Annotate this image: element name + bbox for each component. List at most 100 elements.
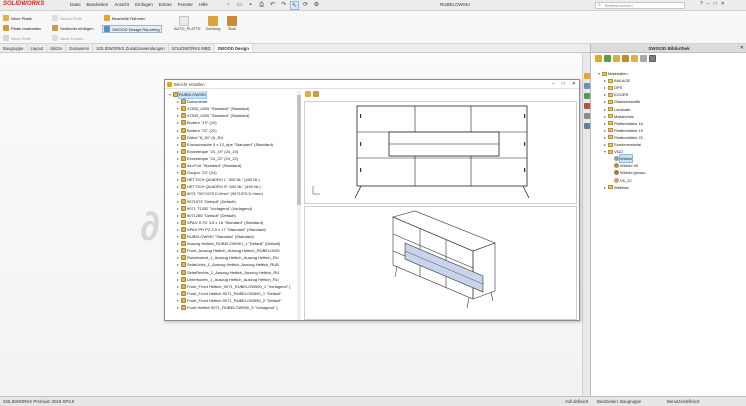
expand-arrow-icon[interactable]: ▸ (176, 205, 180, 212)
expand-arrow-icon[interactable]: ▸ (176, 290, 180, 297)
print-icon[interactable]: ⎙ (257, 1, 266, 10)
tree-item[interactable]: ▸ 47833_4005 "Standard" (Standard) (176, 105, 249, 112)
library-panel-icon[interactable] (631, 55, 638, 62)
expand-arrow-icon[interactable]: ▸ (176, 119, 180, 126)
expand-arrow-icon[interactable]: ▸ (176, 112, 180, 119)
menu-hilfe[interactable]: Hilfe (199, 2, 208, 7)
tree-item[interactable]: ▸ Euroschraube 5 x 12_dpe "Standard" (Sta… (176, 141, 273, 148)
preview-export-icon[interactable] (313, 91, 319, 97)
tree-item[interactable]: ▸ SPAX-S PZ 3.5 x 16 "Standard" (Standard… (176, 219, 263, 226)
menu-bearbeiten[interactable]: Bearbeiten (87, 2, 109, 7)
expand-arrow-icon[interactable]: ▾ (168, 91, 172, 98)
library-folder-item[interactable]: ▸ Plattenstärke 19 (603, 127, 643, 134)
select-icon[interactable]: ↖ (290, 1, 299, 10)
expand-arrow-icon[interactable]: ▸ (176, 247, 180, 254)
library-close-icon[interactable]: ✕ (740, 44, 744, 53)
tree-item[interactable]: ▸ Dübel "8_30" (8_30) (176, 134, 223, 141)
menu-datei[interactable]: Datei (70, 2, 81, 7)
library-folder-item[interactable]: ▸ Glaswerkstoffe (603, 98, 640, 105)
tab-baugruppe[interactable]: Baugruppe (0, 44, 28, 52)
expand-arrow-icon[interactable]: ▸ (603, 134, 607, 141)
expand-arrow-icon[interactable]: ▸ (176, 190, 180, 197)
expand-arrow-icon[interactable]: ▸ (176, 304, 180, 311)
tree-item[interactable]: ▾ RUBELOWSKI (168, 91, 207, 99)
tree-item[interactable]: ▸ Front Hettich 9071_RUBELOW590_3 "Vorlag… (176, 304, 278, 311)
expand-arrow-icon[interactable]: ▸ (176, 134, 180, 141)
library-material-item[interactable]: Wirtold 30 (609, 162, 638, 169)
tree-item[interactable]: ▸ Auszug Hettich_RUBELOWSKI_1 "Default" (… (176, 240, 280, 247)
menu-extras[interactable]: Extras (159, 2, 172, 7)
status-units[interactable]: Benutzerdefiniert (667, 397, 700, 406)
expand-arrow-icon[interactable]: ▸ (176, 169, 180, 176)
tree-item[interactable]: ▸ 9071 "9071575 D.0mm" (9071575 D.0mm) (176, 190, 263, 197)
library-folder-item[interactable]: ▸ Laminate (603, 106, 630, 113)
search-input[interactable]: ⌕ Befehle suchen (595, 2, 685, 9)
expand-arrow-icon[interactable]: ▸ (176, 198, 180, 205)
expand-arrow-icon[interactable]: ▸ (176, 155, 180, 162)
library-folder-item[interactable]: ▸ Plattenstärke 16 (603, 120, 643, 127)
expand-arrow-icon[interactable]: ▸ (176, 269, 180, 276)
minimize-icon[interactable]: – (707, 1, 710, 7)
bearbeite-rahmen-button[interactable]: Bearbeite Rahmen (104, 15, 145, 21)
front-view-preview[interactable] (304, 101, 577, 204)
tree-item[interactable]: ▸ 47833_4005 "Standard" (Standard) (176, 112, 249, 119)
tab-skizze[interactable]: Skizze (47, 44, 67, 52)
isometric-view-preview[interactable] (304, 206, 577, 320)
tree-item[interactable]: ▸ SPAX PH PZ 3.0 x 17 "Standard" (Standar… (176, 226, 266, 233)
tree-item[interactable]: ▸ Front_Front Hettich 9071_RUBELOW590_1 "… (176, 290, 282, 297)
verbinder-einfuegen-button[interactable]: Verbinder einfügen (52, 25, 94, 31)
dialog-maximize-icon[interactable]: □ (562, 80, 565, 89)
tree-item[interactable]: ▸ Bodenr "19" (19) (176, 119, 217, 126)
expand-arrow-icon[interactable]: ▸ (603, 84, 607, 91)
expand-arrow-icon[interactable]: ▸ (176, 98, 180, 105)
library-folder-icon[interactable] (613, 55, 620, 62)
expand-arrow-icon[interactable]: ▸ (603, 106, 607, 113)
dialog-close-icon[interactable]: ✕ (572, 80, 576, 89)
neue-kanten-button[interactable]: Neue Kanten (52, 35, 83, 41)
tree-item[interactable]: ▸ 9071285 "Default" (Default) (176, 212, 236, 219)
expand-arrow-icon[interactable]: ▸ (176, 183, 180, 190)
tree-item[interactable]: ▸ Unterboden_1_Auszug Hettich_Auszug Hett… (176, 276, 279, 283)
tree-item[interactable]: ▸ Bodenr "22" (22) (176, 127, 217, 134)
expand-arrow-icon[interactable]: ▸ (176, 219, 180, 226)
tab-swood-design[interactable]: SWOOD Design (214, 44, 253, 52)
tree-item[interactable]: ▸ Front_Front Hettich_9071_RUBELOW590_1 "… (176, 283, 291, 290)
expand-arrow-icon[interactable]: ▸ (176, 105, 180, 112)
library-folder-item[interactable]: ▸ Massivholz (603, 113, 634, 120)
maximize-icon[interactable]: □ (714, 1, 717, 7)
menu-ansicht[interactable]: Ansicht (114, 2, 129, 7)
neues-profil-button[interactable]: Neues Profil (52, 15, 82, 21)
stoss-button[interactable]: Stoß (222, 15, 242, 39)
library-folder-item[interactable]: ▸ EGGER (603, 91, 628, 98)
expand-arrow-icon[interactable]: ▾ (597, 70, 601, 77)
neue-platte-button[interactable]: Neue Platte (3, 15, 32, 21)
tab-evaluieren[interactable]: Evaluieren (66, 44, 94, 52)
platte-bearbeiten-button[interactable]: Platte bearbeiten (3, 25, 41, 31)
library-folder-item[interactable]: ▾ Materialien (597, 70, 628, 77)
library-folder-item[interactable]: ▸ Plattenstärke 22 (603, 134, 643, 141)
tree-scrollbar-thumb[interactable] (297, 95, 301, 205)
expand-arrow-icon[interactable]: ▸ (176, 141, 180, 148)
tree-item[interactable]: ▸ Goujon "24" (24) (176, 169, 217, 176)
expand-arrow-icon[interactable]: ▸ (176, 226, 180, 233)
tree-item[interactable]: ▸ Rueckwand_1_Auszug Hettich_Auszug Hetti… (176, 254, 279, 261)
expand-arrow-icon[interactable]: ▸ (603, 141, 607, 148)
undo-icon[interactable]: ↶ (268, 1, 277, 10)
redo-icon[interactable]: ↷ (279, 1, 288, 10)
tree-item[interactable]: ▸ Dokumente (176, 98, 207, 105)
library-refresh-icon[interactable] (640, 55, 647, 62)
library-folder-item[interactable]: ▸ Sondermaterial (603, 141, 641, 148)
expand-arrow-icon[interactable]: ▸ (176, 283, 180, 290)
tab-layout[interactable]: Layout (28, 44, 48, 52)
tree-item[interactable]: ▸ 9071575 "Default" (Default) (176, 198, 236, 205)
neue-seite-button[interactable]: Neue Seite (3, 35, 31, 41)
expand-arrow-icon[interactable]: ▸ (176, 297, 180, 304)
library-home-icon[interactable] (595, 55, 602, 62)
library-folder-item[interactable]: ▾ V622 (603, 148, 623, 155)
library-folder-item[interactable]: ▸ DPS (603, 84, 622, 91)
expand-arrow-icon[interactable]: ▸ (176, 254, 180, 261)
auto-platte-button[interactable]: AUTO_PLATTE (174, 15, 201, 39)
tree-item[interactable]: ▸ Front_Auszug Hettich_Auszug Hettich_RUB… (176, 247, 280, 254)
expand-arrow-icon[interactable]: ▸ (176, 276, 180, 283)
tree-item[interactable]: ▸ 9071 T1452 "Vorlagend" (Vorlagend) (176, 205, 252, 212)
